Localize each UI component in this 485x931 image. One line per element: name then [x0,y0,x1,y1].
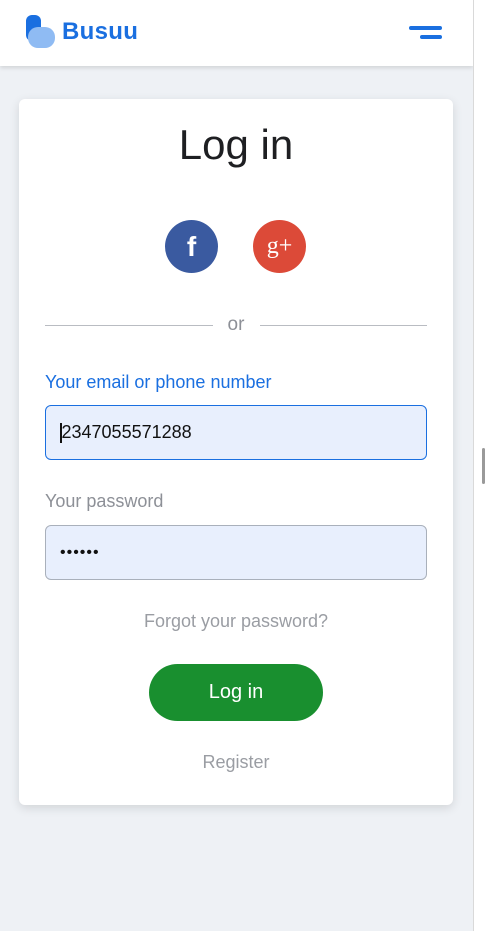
top-navigation-bar: Busuu [0,0,473,66]
facebook-icon: f [186,230,197,262]
login-button[interactable]: Log in [149,664,323,721]
busuu-logo[interactable]: Busuu [26,15,138,49]
password-field-value: •••••• [60,543,100,561]
email-field-value: 2347055571288 [61,422,192,442]
facebook-login-button[interactable]: f [165,220,218,273]
email-label: Your email or phone number [45,372,272,392]
email-field[interactable]: 2347055571288 [45,405,427,460]
or-divider: or [45,314,427,337]
register-link[interactable]: Register [19,752,453,773]
google-plus-icon: g+ [266,233,293,259]
brand-name: Busuu [62,18,139,45]
login-button-label: Log in [208,681,264,703]
google-plus-login-button[interactable]: g+ [253,220,306,273]
password-label: Your password [45,491,164,511]
page-title: Log in [178,121,294,168]
login-card: Log in f g+ or Your email or phone numbe… [19,99,453,805]
password-field[interactable]: •••••• [45,525,427,580]
page-viewport: Busuu Log in f g+ or Your email or phone… [0,0,473,931]
divider-line-right [260,325,427,326]
busuu-logo-icon [26,15,56,49]
hamburger-menu-icon[interactable] [408,24,442,44]
forgot-password-link[interactable]: Forgot your password? [19,611,453,632]
